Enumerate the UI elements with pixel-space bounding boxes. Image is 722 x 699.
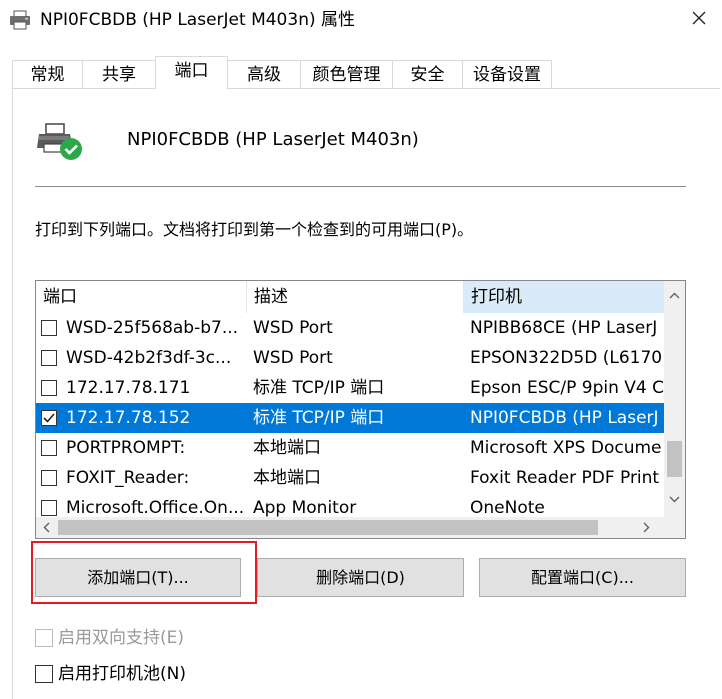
port-checkbox[interactable] xyxy=(41,320,57,336)
port-description-text: 打印到下列端口。文档将打印到第一个检查到的可用端口(P)。 xyxy=(35,220,474,239)
window-title: NPI0FCBDB (HP LaserJet M403n) 属性 xyxy=(40,10,355,30)
port-printer: Foxit Reader PDF Print xyxy=(470,468,660,488)
vertical-scrollbar[interactable] xyxy=(664,281,685,517)
port-desc: WSD Port xyxy=(253,318,333,338)
separator xyxy=(35,186,686,187)
port-desc: 标准 TCP/IP 端口 xyxy=(253,378,385,398)
port-checkbox-checked[interactable] xyxy=(41,410,57,426)
port-desc: 本地端口 xyxy=(253,438,321,458)
tab-advanced[interactable]: 高级 xyxy=(227,60,301,88)
vertical-scroll-thumb[interactable] xyxy=(667,441,682,477)
port-row[interactable]: WSD-25f568ab-b7... WSD Port NPIBB68CE (H… xyxy=(36,313,666,343)
tab-device-settings[interactable]: 设备设置 xyxy=(462,60,552,88)
port-row-selected[interactable]: 172.17.78.152 标准 TCP/IP 端口 NPI0FCBDB (HP… xyxy=(36,403,666,433)
tab-ports[interactable]: 端口 xyxy=(155,56,228,89)
port-row[interactable]: FOXIT_Reader: 本地端口 Foxit Reader PDF Prin… xyxy=(36,463,666,493)
tab-sharing[interactable]: 共享 xyxy=(82,60,156,88)
configure-port-button[interactable]: 配置端口(C)... xyxy=(479,558,686,597)
tab-security[interactable]: 安全 xyxy=(392,60,463,88)
port-printer: NPI0FCBDB (HP LaserJ xyxy=(470,408,659,428)
title-bar: NPI0FCBDB (HP LaserJet M403n) 属性 xyxy=(0,0,722,42)
port-row[interactable]: WSD-42b2f3df-3c... WSD Port EPSON322D5D … xyxy=(36,343,666,373)
highlight-annotation-box xyxy=(31,541,257,604)
tab-general[interactable]: 常规 xyxy=(12,60,83,88)
printer-pool-checkbox[interactable] xyxy=(35,665,53,683)
tab-color-management[interactable]: 颜色管理 xyxy=(300,60,393,88)
close-icon xyxy=(691,10,707,30)
check-icon xyxy=(43,413,55,423)
printer-pool-label: 启用打印机池(N) xyxy=(58,664,186,684)
port-printer: Epson ESC/P 9pin V4 C xyxy=(470,378,664,398)
scroll-left-arrow-icon[interactable] xyxy=(36,517,57,538)
port-checkbox[interactable] xyxy=(41,470,57,486)
horizontal-scrollbar[interactable] xyxy=(36,517,664,538)
port-checkbox[interactable] xyxy=(41,350,57,366)
printer-properties-window: NPI0FCBDB (HP LaserJet M403n) 属性 常规 共享 端… xyxy=(0,0,722,699)
port-name: FOXIT_Reader: xyxy=(66,468,190,488)
port-desc: 本地端口 xyxy=(253,468,321,488)
scroll-right-arrow-icon[interactable] xyxy=(636,517,657,538)
column-header-description[interactable]: 描述 xyxy=(247,281,464,313)
delete-port-button[interactable]: 删除端口(D) xyxy=(257,558,464,597)
scroll-down-arrow-icon[interactable] xyxy=(664,489,685,510)
port-checkbox[interactable] xyxy=(41,380,57,396)
horizontal-scroll-thumb[interactable] xyxy=(58,520,598,535)
printer-icon xyxy=(9,10,31,30)
column-header-port[interactable]: 端口 xyxy=(36,281,247,313)
port-name: 172.17.78.171 xyxy=(66,378,191,398)
port-desc: WSD Port xyxy=(253,348,333,368)
bidirectional-support-label: 启用双向支持(E) xyxy=(58,628,185,648)
port-printer: Microsoft XPS Docume xyxy=(470,438,662,458)
port-name: PORTPROMPT: xyxy=(66,438,186,458)
port-printer: NPIBB68CE (HP LaserJ xyxy=(470,318,658,338)
list-header: 端口 描述 打印机 xyxy=(36,281,666,313)
port-name: WSD-42b2f3df-3c... xyxy=(66,348,232,368)
port-checkbox[interactable] xyxy=(41,440,57,456)
close-button[interactable] xyxy=(676,0,722,40)
port-row[interactable]: PORTPROMPT: 本地端口 Microsoft XPS Docume xyxy=(36,433,666,463)
scroll-up-arrow-icon[interactable] xyxy=(664,285,685,306)
port-printer: EPSON322D5D (L6170 xyxy=(470,348,663,368)
column-header-printer[interactable]: 打印机 xyxy=(464,281,664,313)
bidirectional-support-checkbox[interactable] xyxy=(35,629,53,647)
port-name: 172.17.78.152 xyxy=(66,408,191,428)
scrollbar-corner xyxy=(664,517,685,538)
port-desc: 标准 TCP/IP 端口 xyxy=(253,408,385,428)
port-checkbox[interactable] xyxy=(41,500,57,516)
port-name: WSD-25f568ab-b7... xyxy=(66,318,239,338)
port-list[interactable]: 端口 描述 打印机 WSD-25f568ab-b7... WSD Port NP… xyxy=(35,280,686,539)
printer-ready-icon xyxy=(36,122,84,162)
printer-name: NPI0FCBDB (HP LaserJet M403n) xyxy=(127,129,419,150)
port-row[interactable]: 172.17.78.171 标准 TCP/IP 端口 Epson ESC/P 9… xyxy=(36,373,666,403)
